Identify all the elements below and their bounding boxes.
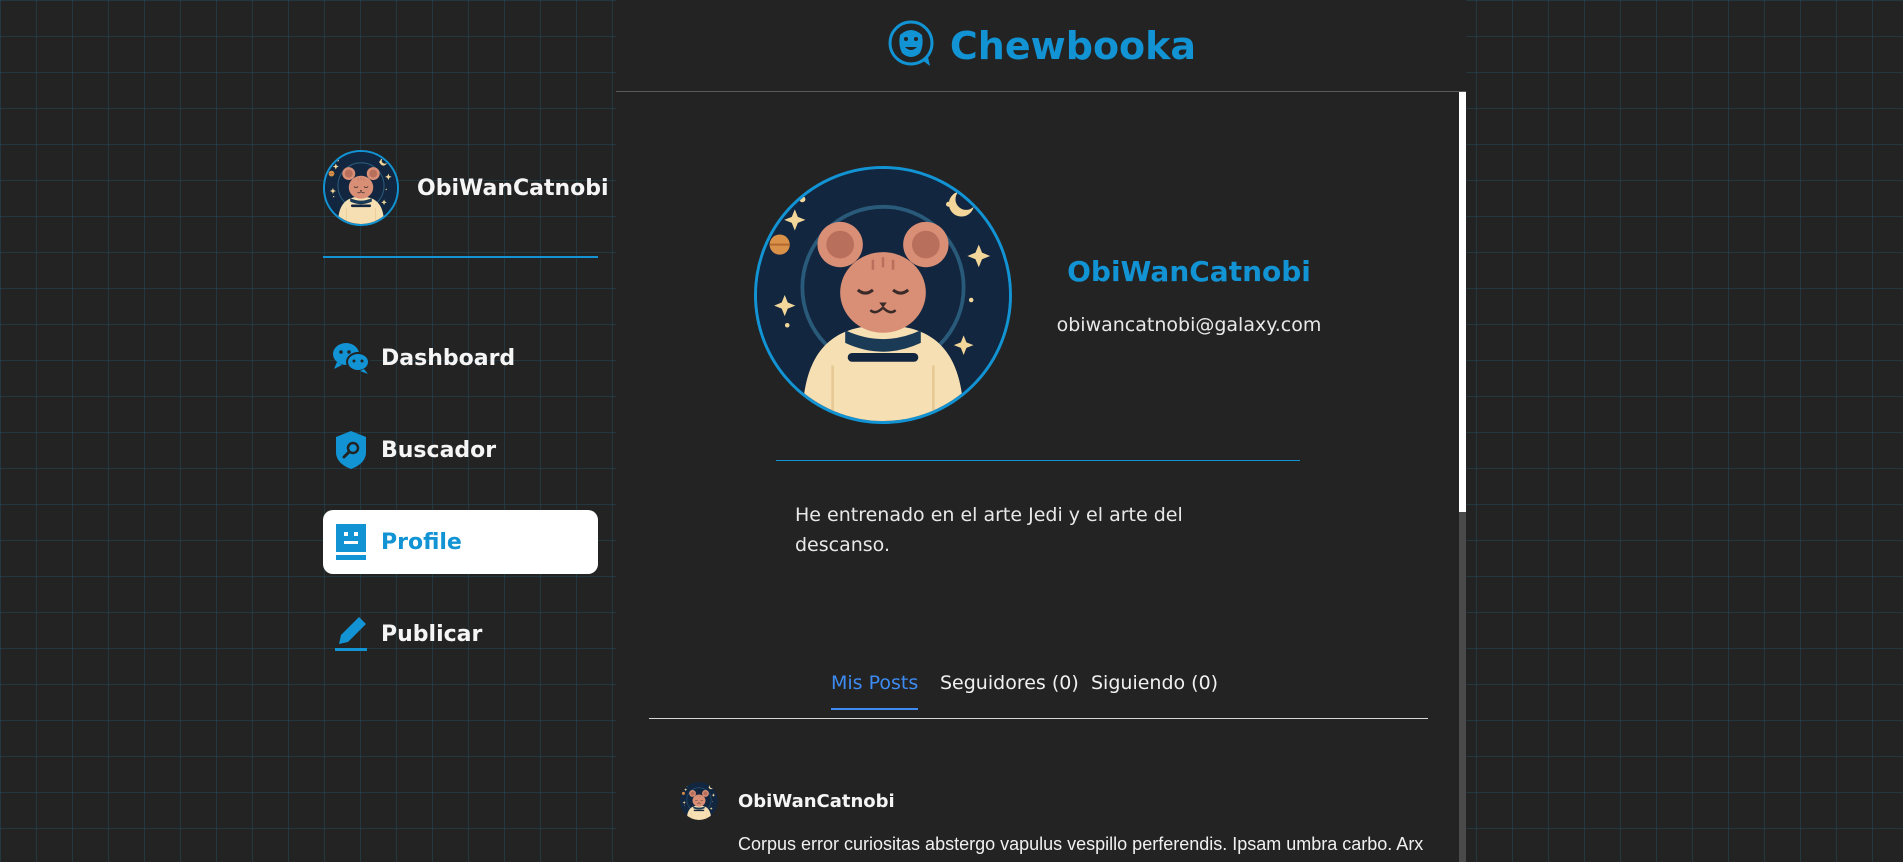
sidebar: ObiWanCatnobi Dashboard Buscador Profile…	[323, 150, 609, 694]
profile-avatar	[754, 166, 1012, 424]
avatar[interactable]	[323, 150, 399, 226]
main-panel: Chewbooka ObiWanCatnobi obiwancatnobi@ga…	[616, 0, 1466, 862]
pencil-icon	[331, 614, 371, 654]
app-title[interactable]: Chewbooka	[950, 24, 1196, 68]
profile-tabs: Mis Posts Seguidores (0) Siguiendo (0)	[649, 664, 1428, 719]
sidebar-item-label: Buscador	[381, 437, 497, 463]
sidebar-item-label: Profile	[381, 529, 462, 555]
sidebar-user[interactable]: ObiWanCatnobi	[323, 150, 609, 226]
app-header: Chewbooka	[616, 0, 1466, 92]
sidebar-item-publicar[interactable]: Publicar	[323, 602, 598, 666]
sidebar-item-label: Dashboard	[381, 345, 516, 371]
robot-profile-icon	[331, 522, 371, 562]
profile-bio: He entrenado en el arte Jedi y el arte d…	[795, 504, 1183, 556]
tab-mis-posts[interactable]: Mis Posts	[831, 672, 919, 710]
profile-email: obiwancatnobi@galaxy.com	[1056, 313, 1322, 336]
sidebar-item-profile[interactable]: Profile	[323, 510, 598, 574]
post-author[interactable]: ObiWanCatnobi	[738, 791, 895, 812]
sidebar-item-label: Publicar	[381, 621, 483, 647]
wookiee-logo-icon[interactable]	[886, 19, 936, 73]
tab-seguidores[interactable]: Seguidores (0)	[940, 672, 1079, 708]
profile-name: ObiWanCatnobi	[1067, 254, 1311, 288]
sidebar-item-dashboard[interactable]: Dashboard	[323, 326, 598, 390]
scrollbar-thumb[interactable]	[1459, 92, 1466, 512]
post-text: Corpus error curiositas abstergo vapulus…	[738, 834, 1424, 854]
profile-divider	[776, 460, 1300, 461]
tab-siguiendo[interactable]: Siguiendo (0)	[1091, 672, 1218, 708]
search-shield-icon	[331, 430, 371, 470]
post-card[interactable]: ObiWanCatnobi Corpus error curiositas ab…	[680, 782, 1440, 858]
profile-header: ObiWanCatnobi obiwancatnobi@galaxy.com	[754, 166, 1328, 424]
sidebar-item-buscador[interactable]: Buscador	[323, 418, 598, 482]
profile-info: ObiWanCatnobi obiwancatnobi@galaxy.com	[1050, 255, 1328, 336]
chat-bubbles-icon	[331, 338, 371, 378]
sidebar-username: ObiWanCatnobi	[417, 175, 609, 201]
sidebar-divider	[323, 256, 598, 258]
avatar[interactable]	[680, 782, 718, 820]
post-header: ObiWanCatnobi	[680, 782, 1440, 820]
